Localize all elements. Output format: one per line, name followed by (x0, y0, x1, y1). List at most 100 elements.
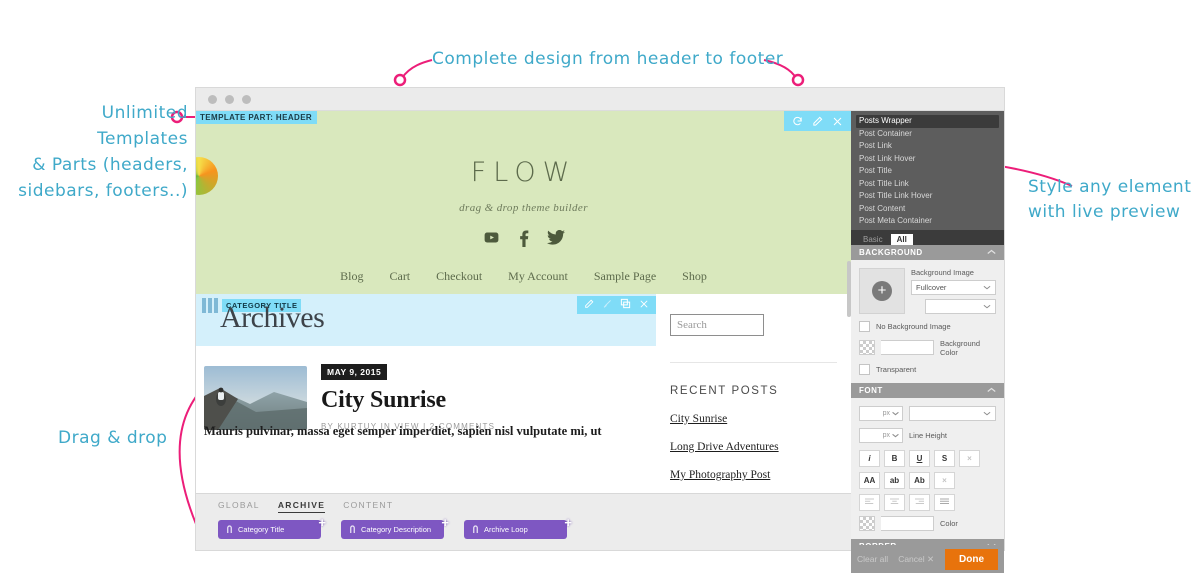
transparent-checkbox[interactable] (859, 363, 870, 375)
recent-post-link-2[interactable]: Long Drive Adventures (670, 441, 837, 453)
background-image-mode-select[interactable]: Fullcover (911, 279, 996, 295)
nav-item-blog[interactable]: Blog (340, 269, 363, 284)
dock-tab-content[interactable]: CONTENT (343, 500, 393, 513)
youtube-icon[interactable] (482, 230, 501, 247)
font-color-value[interactable] (881, 515, 934, 531)
done-button[interactable]: Done (945, 548, 998, 570)
font-size-input[interactable]: px (859, 405, 903, 421)
panel-tab-all[interactable]: All (890, 233, 913, 245)
bold-button[interactable]: B (884, 449, 905, 467)
background-image-secondary-select[interactable] (924, 298, 996, 314)
add-icon[interactable]: + (441, 515, 449, 530)
panel-footer: Clear all Cancel ✕ Done (851, 545, 1004, 573)
preview-canvas: TEMPLATE PART: HEADER FLOW drag & drop t… (196, 111, 851, 550)
selector-list: Posts Wrapper Post Container Post Link P… (851, 111, 1004, 230)
duplicate-icon[interactable] (620, 296, 631, 314)
align-left-icon[interactable] (859, 493, 880, 511)
selector-post-content[interactable]: Post Content (851, 203, 1004, 216)
no-background-image-checkbox[interactable] (859, 320, 870, 332)
font-color-swatch[interactable] (859, 515, 875, 531)
selector-post-title-link-hover[interactable]: Post Title Link Hover (851, 190, 1004, 203)
pencil-icon[interactable] (812, 116, 823, 127)
facebook-icon[interactable] (519, 230, 529, 247)
recent-post-link-1[interactable]: City Sunrise (670, 413, 837, 425)
template-part-header[interactable]: TEMPLATE PART: HEADER FLOW drag & drop t… (196, 111, 851, 294)
close-icon[interactable] (832, 116, 843, 127)
selector-post-title-link[interactable]: Post Title Link (851, 178, 1004, 191)
window-close-dot[interactable] (208, 94, 217, 104)
background-color-swatch[interactable] (859, 340, 875, 355)
capitalize-button[interactable]: Ab (909, 471, 930, 489)
add-icon[interactable]: + (872, 280, 892, 301)
dock-chip-category-description[interactable]: Category Description + (341, 515, 449, 539)
pencil-icon[interactable] (584, 296, 594, 314)
dock-tab-global[interactable]: GLOBAL (218, 500, 260, 513)
italic-button[interactable]: i (859, 449, 880, 467)
social-icons (196, 230, 851, 247)
background-section-header[interactable]: BACKGROUND (851, 244, 1004, 260)
lowercase-button[interactable]: ab (884, 471, 905, 489)
align-right-icon[interactable] (909, 493, 930, 511)
add-icon[interactable]: + (318, 515, 326, 530)
close-icon: ✕ (927, 553, 935, 564)
post-title[interactable]: City Sunrise (321, 387, 495, 414)
selector-posts-wrapper[interactable]: Posts Wrapper (856, 115, 999, 128)
chevron-up-icon[interactable] (987, 248, 996, 257)
twitter-icon[interactable] (547, 230, 565, 247)
cancel-button[interactable]: Cancel ✕ (898, 554, 934, 565)
line-height-input[interactable]: px (859, 427, 903, 443)
template-part-badge: TEMPLATE PART: HEADER (196, 111, 318, 124)
brush-icon[interactable] (602, 296, 612, 314)
clear-case-button[interactable]: × (934, 471, 955, 489)
panel-scrollbar[interactable] (847, 261, 851, 317)
selector-post-container[interactable]: Post Container (851, 128, 1004, 141)
underline-button[interactable]: U (909, 449, 930, 467)
no-background-image-row[interactable]: No Background Image (859, 320, 996, 332)
recent-post-link-3[interactable]: My Photography Post (670, 469, 837, 481)
nav-item-checkout[interactable]: Checkout (436, 269, 482, 284)
add-icon[interactable]: + (564, 515, 572, 530)
annotation-drag-and-drop: Drag & drop (58, 428, 168, 448)
close-icon[interactable] (639, 296, 649, 314)
strikethrough-button[interactable]: S (934, 449, 955, 467)
selector-post-link[interactable]: Post Link (851, 140, 1004, 153)
background-color-value[interactable] (881, 340, 934, 355)
font-size-unit: px (882, 409, 890, 417)
dock-chips: Category Title + Category Description + … (196, 513, 851, 539)
clear-style-button[interactable]: × (959, 449, 980, 467)
dock-chip-archive-loop[interactable]: Archive Loop + (464, 515, 572, 539)
selector-post-title[interactable]: Post Title (851, 165, 1004, 178)
no-background-image-label: No Background Image (876, 321, 951, 331)
clear-all-button[interactable]: Clear all (857, 554, 888, 564)
window-maximize-dot[interactable] (242, 94, 251, 104)
selector-post-meta-container[interactable]: Post Meta Container (851, 215, 1004, 228)
chevron-down-icon (983, 304, 991, 308)
uppercase-button[interactable]: AA (859, 471, 880, 489)
font-family-select[interactable] (909, 405, 996, 421)
search-input[interactable]: Search (670, 314, 764, 336)
background-image-dropzone[interactable]: + (859, 267, 905, 314)
dock-chip-category-title[interactable]: Category Title + (218, 515, 326, 539)
font-color-row: Color (859, 515, 996, 531)
recent-posts-heading: RECENT POSTS (670, 385, 779, 397)
text-align-buttons (859, 493, 996, 511)
selector-post-link-hover[interactable]: Post Link Hover (851, 153, 1004, 166)
dock-chip-label: Category Title (238, 525, 285, 534)
chevron-down-icon (892, 433, 899, 437)
nav-item-sample-page[interactable]: Sample Page (594, 269, 656, 284)
nav-item-my-account[interactable]: My Account (508, 269, 568, 284)
line-height-row: px Line Height (859, 427, 996, 443)
transparent-row[interactable]: Transparent (859, 363, 996, 375)
nav-item-shop[interactable]: Shop (682, 269, 707, 284)
align-center-icon[interactable] (884, 493, 905, 511)
refresh-icon[interactable] (792, 116, 803, 127)
align-justify-icon[interactable] (934, 493, 955, 511)
panel-tab-basic[interactable]: Basic (857, 234, 889, 245)
nav-item-cart[interactable]: Cart (389, 269, 410, 284)
window-minimize-dot[interactable] (225, 94, 234, 104)
dock-tab-archive[interactable]: ARCHIVE (277, 500, 326, 513)
block-toolbar (577, 296, 656, 314)
font-section-header[interactable]: FONT (851, 382, 1004, 398)
chevron-up-icon[interactable] (987, 386, 996, 395)
category-title-block[interactable]: CATEGORY TITLE Archives (196, 294, 656, 346)
